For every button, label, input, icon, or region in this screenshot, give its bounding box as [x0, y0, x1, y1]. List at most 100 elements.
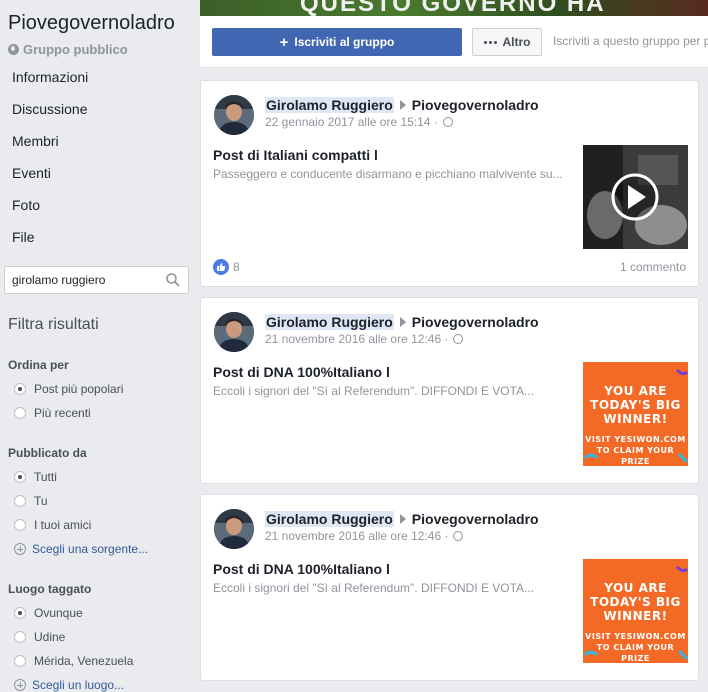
ad-headline-line: YOU ARE [604, 384, 667, 398]
radio-selected-icon[interactable] [14, 383, 26, 395]
post-author[interactable]: Girolamo Ruggiero [265, 314, 394, 330]
cover-photo[interactable]: QUESTO GOVERNO HA [200, 0, 708, 16]
posted-by-label: Tu [34, 494, 48, 508]
location-udine[interactable]: Udine [14, 630, 65, 644]
group-privacy-label: Gruppo pubblico [23, 42, 128, 57]
post-description: Eccoli i signori del "Sì al Referendum".… [213, 581, 535, 595]
post-group[interactable]: Piovegovernoladro [412, 314, 539, 330]
ad-small-line: TO CLAIM YOUR PRIZE [596, 446, 675, 466]
ad-thumbnail[interactable]: YOU ARE TODAY'S BIG WINNER! VISIT YESIWO… [583, 362, 688, 466]
post-author-line: Girolamo Ruggiero Piovegovernoladro [265, 314, 539, 330]
search-icon[interactable] [166, 273, 180, 287]
nav-item-discussione[interactable]: Discussione [12, 101, 87, 117]
join-group-button[interactable]: + Iscriviti al gruppo [212, 28, 462, 56]
location-label: Mérida, Venezuela [34, 654, 134, 668]
radio-selected-icon[interactable] [14, 471, 26, 483]
posted-by-you[interactable]: Tu [14, 494, 48, 508]
ad-headline-line: TODAY'S BIG [590, 398, 681, 412]
ad-small-line: TO CLAIM YOUR PRIZE [596, 643, 675, 663]
choose-source-link[interactable]: Scegli una sorgente... [14, 542, 148, 556]
group-privacy: Gruppo pubblico [8, 42, 128, 57]
radio-icon[interactable] [14, 655, 26, 667]
ad-headline-line: WINNER! [603, 412, 668, 426]
ad-headline-line: YOU ARE [604, 581, 667, 595]
join-group-label: Iscriviti al gruppo [294, 35, 395, 49]
post-card: Girolamo Ruggiero Piovegovernoladro 22 g… [200, 80, 699, 287]
post-group[interactable]: Piovegovernoladro [412, 97, 539, 113]
post-group[interactable]: Piovegovernoladro [412, 511, 539, 527]
post-timestamp-row: 21 novembre 2016 alle ore 12:46 · [265, 529, 464, 543]
globe-icon [453, 531, 464, 541]
post-author[interactable]: Girolamo Ruggiero [265, 511, 394, 527]
avatar[interactable] [214, 312, 254, 352]
post-timestamp[interactable]: 21 novembre 2016 alle ore 12:46 · [265, 529, 448, 543]
radio-icon[interactable] [14, 519, 26, 531]
ad-headline-line: WINNER! [603, 609, 668, 623]
avatar-image [214, 509, 254, 549]
sort-option-recent[interactable]: Più recenti [14, 406, 91, 420]
post-card: Girolamo Ruggiero Piovegovernoladro 21 n… [200, 494, 699, 681]
posted-by-friends[interactable]: I tuoi amici [14, 518, 91, 532]
post-title[interactable]: Post di DNA 100%Italiano l [213, 561, 390, 577]
add-circle-icon [14, 543, 26, 555]
radio-selected-icon[interactable] [14, 607, 26, 619]
post-card: Girolamo Ruggiero Piovegovernoladro 21 n… [200, 297, 699, 484]
location-merida[interactable]: Mérida, Venezuela [14, 654, 133, 668]
nav-item-eventi[interactable]: Eventi [12, 165, 51, 181]
globe-icon [8, 44, 19, 55]
triangle-right-icon [399, 317, 406, 327]
avatar-image [214, 312, 254, 352]
post-timestamp[interactable]: 21 novembre 2016 alle ore 12:46 · [265, 332, 448, 346]
post-title[interactable]: Post di DNA 100%Italiano l [213, 364, 390, 380]
globe-icon [442, 117, 453, 127]
location-anywhere[interactable]: Ovunque [14, 606, 83, 620]
add-circle-icon [14, 679, 26, 691]
sort-option-label: Post più popolari [34, 382, 124, 396]
location-label: Ovunque [34, 606, 83, 620]
posted-by-label: I tuoi amici [34, 518, 92, 532]
post-description: Passeggero e conducente disarmano e picc… [213, 167, 563, 181]
like-count: 8 [233, 260, 240, 274]
avatar[interactable] [214, 509, 254, 549]
post-author-line: Girolamo Ruggiero Piovegovernoladro [265, 511, 539, 527]
ad-small-line: VISIT YESIWON.COM [585, 632, 686, 641]
ad-small-line: VISIT YESIWON.COM [585, 435, 686, 444]
post-author[interactable]: Girolamo Ruggiero [265, 97, 394, 113]
group-title[interactable]: Piovegovernoladro [8, 12, 175, 35]
nav-item-membri[interactable]: Membri [12, 133, 59, 149]
post-description: Eccoli i signori del "Sì al Referendum".… [213, 384, 535, 398]
nav-item-foto[interactable]: Foto [12, 197, 40, 213]
choose-source-label: Scegli una sorgente... [32, 542, 149, 556]
post-timestamp-row: 22 gennaio 2017 alle ore 15:14 · [265, 115, 453, 129]
video-thumbnail[interactable] [583, 145, 688, 249]
comment-count[interactable]: 1 commento [620, 260, 686, 274]
left-sidebar: Piovegovernoladro Gruppo pubblico Inform… [0, 0, 196, 692]
location-label: Udine [34, 630, 66, 644]
more-button[interactable]: Altro [472, 28, 542, 56]
avatar[interactable] [214, 95, 254, 135]
globe-icon [453, 334, 464, 344]
join-hint-text: Iscriviti a questo gruppo per p [553, 34, 708, 48]
post-timestamp[interactable]: 22 gennaio 2017 alle ore 15:14 · [265, 115, 438, 129]
post-title[interactable]: Post di Italiani compatti l [213, 147, 378, 163]
group-search-input[interactable] [12, 273, 162, 287]
nav-item-file[interactable]: File [12, 229, 35, 245]
nav-item-informazioni[interactable]: Informazioni [12, 69, 88, 85]
more-dots-icon [483, 40, 497, 44]
radio-icon[interactable] [14, 495, 26, 507]
triangle-right-icon [399, 100, 406, 110]
ad-thumbnail[interactable]: YOU ARE TODAY'S BIG WINNER! VISIT YESIWO… [583, 559, 688, 663]
ad-headline-line: TODAY'S BIG [590, 595, 681, 609]
radio-icon[interactable] [14, 407, 26, 419]
post-timestamp-row: 21 novembre 2016 alle ore 12:46 · [265, 332, 464, 346]
sort-option-popular[interactable]: Post più popolari [14, 382, 123, 396]
sort-option-label: Più recenti [34, 406, 91, 420]
posted-by-all[interactable]: Tutti [14, 470, 57, 484]
tagged-location-heading: Luogo taggato [8, 582, 92, 596]
post-author-line: Girolamo Ruggiero Piovegovernoladro [265, 97, 539, 113]
like-icon [213, 259, 229, 275]
choose-location-link[interactable]: Scegli un luogo... [14, 678, 124, 692]
post-reactions[interactable]: 8 [213, 259, 240, 275]
radio-icon[interactable] [14, 631, 26, 643]
choose-location-label: Scegli un luogo... [32, 678, 125, 692]
